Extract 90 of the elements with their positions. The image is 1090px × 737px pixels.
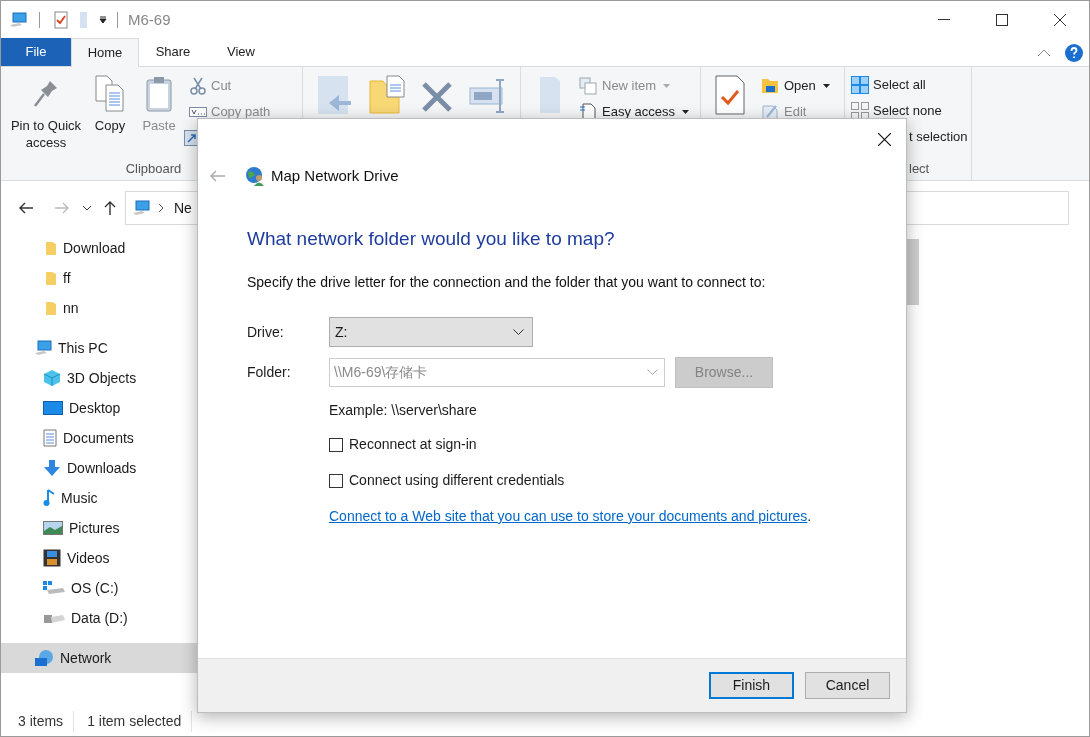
collapse-ribbon-icon	[1037, 48, 1051, 57]
example-text: Example: \\server\share	[329, 401, 478, 420]
music-note-icon	[43, 489, 55, 507]
nav-item[interactable]: Videos	[1, 543, 198, 573]
back-icon	[210, 170, 226, 182]
new-item-icon	[579, 77, 597, 95]
document-icon	[43, 429, 57, 447]
ribbon-button[interactable]: Copy	[87, 75, 133, 159]
delete-icon	[421, 81, 453, 113]
copy-folder-icon	[369, 75, 405, 115]
scrollbar-thumb[interactable]	[907, 239, 919, 305]
globe-user-icon	[245, 166, 265, 186]
download-icon	[43, 459, 61, 477]
ribbon-tab[interactable]: File	[1, 38, 71, 66]
select-all-icon	[851, 76, 869, 94]
chevron-icon	[158, 203, 164, 213]
drive-icon	[43, 581, 65, 595]
nav-item[interactable]: OS (C:)	[1, 573, 198, 603]
nav-item[interactable]: This PC	[1, 333, 198, 363]
chevron-down-icon	[647, 369, 658, 375]
group-label: Clipboard	[124, 160, 182, 178]
field-label: Drive:	[247, 322, 285, 342]
ribbon-button[interactable]: t selection	[851, 127, 971, 147]
forward-icon	[54, 201, 70, 215]
close-button[interactable]	[876, 131, 892, 147]
help-icon	[1065, 43, 1083, 62]
ribbon-button[interactable]: Open	[761, 76, 830, 96]
network-icon	[34, 649, 54, 667]
computer-icon	[34, 340, 52, 356]
desktop-icon	[43, 400, 63, 416]
close-icon	[877, 132, 891, 146]
checkbox[interactable]	[329, 437, 343, 452]
nav-item[interactable]: Desktop	[1, 393, 198, 423]
ribbon-tab[interactable]: Home	[71, 38, 139, 67]
computer-icon	[132, 200, 150, 216]
pictures-icon	[43, 521, 63, 535]
status-text: 1 item selected	[74, 710, 193, 732]
nav-item[interactable]: Data (D:)	[1, 603, 198, 633]
checkbox-option[interactable]: Connect using different credentials	[329, 470, 906, 491]
status-text: 3 items	[1, 710, 75, 732]
film-icon	[43, 549, 61, 567]
drive-dropdown[interactable]: Z:	[329, 317, 533, 347]
path-segment[interactable]: Ne	[174, 197, 192, 219]
link-sentence: Connect to a Web site that you can use to store your documents and pictures.	[329, 507, 813, 526]
ribbon-button[interactable]: Select all	[851, 75, 971, 95]
nav-item[interactable]: Downloads	[1, 453, 198, 483]
ribbon-tab[interactable]: View	[207, 38, 275, 66]
select-none-icon	[851, 102, 869, 120]
properties-icon	[715, 75, 745, 115]
scissors-icon	[189, 77, 207, 95]
pin-icon	[33, 79, 59, 109]
maximize-icon	[996, 14, 1008, 26]
properties-icon	[53, 11, 69, 29]
dialog-button[interactable]: Cancel	[805, 672, 890, 699]
window-title: M6-69	[128, 9, 171, 30]
move-icon	[317, 75, 353, 115]
checkbox-option[interactable]: Reconnect at sign-in	[329, 434, 906, 455]
nav-item[interactable]: nn	[1, 293, 198, 323]
nav-item[interactable]: Download	[1, 233, 198, 263]
nav-item[interactable]: Documents	[1, 423, 198, 453]
dialog-heading: What network folder would you like to map?	[247, 227, 616, 251]
cube-icon	[43, 369, 61, 387]
minimize-icon	[938, 19, 950, 21]
field-label: Folder:	[247, 362, 292, 382]
ribbon-button[interactable]: Easy access	[579, 102, 689, 122]
computer-icon	[9, 12, 27, 28]
dropdown-icon	[99, 16, 107, 24]
caret-icon	[822, 84, 830, 88]
close-icon	[1054, 14, 1066, 26]
caret-icon	[682, 110, 689, 114]
ribbon-button[interactable]: Select none	[851, 101, 971, 121]
group-label: lect	[908, 160, 931, 178]
ribbon-button[interactable]: Pin to Quick access	[7, 75, 85, 159]
back-icon	[18, 201, 34, 215]
nav-item[interactable]: ff	[1, 263, 198, 293]
nav-item[interactable]: Music	[1, 483, 198, 513]
nav-item[interactable]: Pictures	[1, 513, 198, 543]
recent-locations-icon	[82, 205, 92, 211]
clipboard-icon	[145, 76, 173, 112]
dialog-title: Map Network Drive	[271, 165, 399, 186]
chevron-down-icon	[513, 329, 524, 335]
dialog-button[interactable]: Finish	[709, 672, 794, 699]
copy-icon	[94, 75, 126, 113]
caret-icon	[663, 84, 671, 88]
ribbon-tab[interactable]: Share	[139, 38, 207, 66]
up-icon	[103, 200, 117, 216]
instruction-text: Specify the drive letter for the connection and the folder that you want to connect to:	[247, 273, 767, 292]
nav-item[interactable]: Network	[1, 643, 198, 673]
nav-item[interactable]: 3D Objects	[1, 363, 198, 393]
checkbox[interactable]	[329, 473, 343, 488]
